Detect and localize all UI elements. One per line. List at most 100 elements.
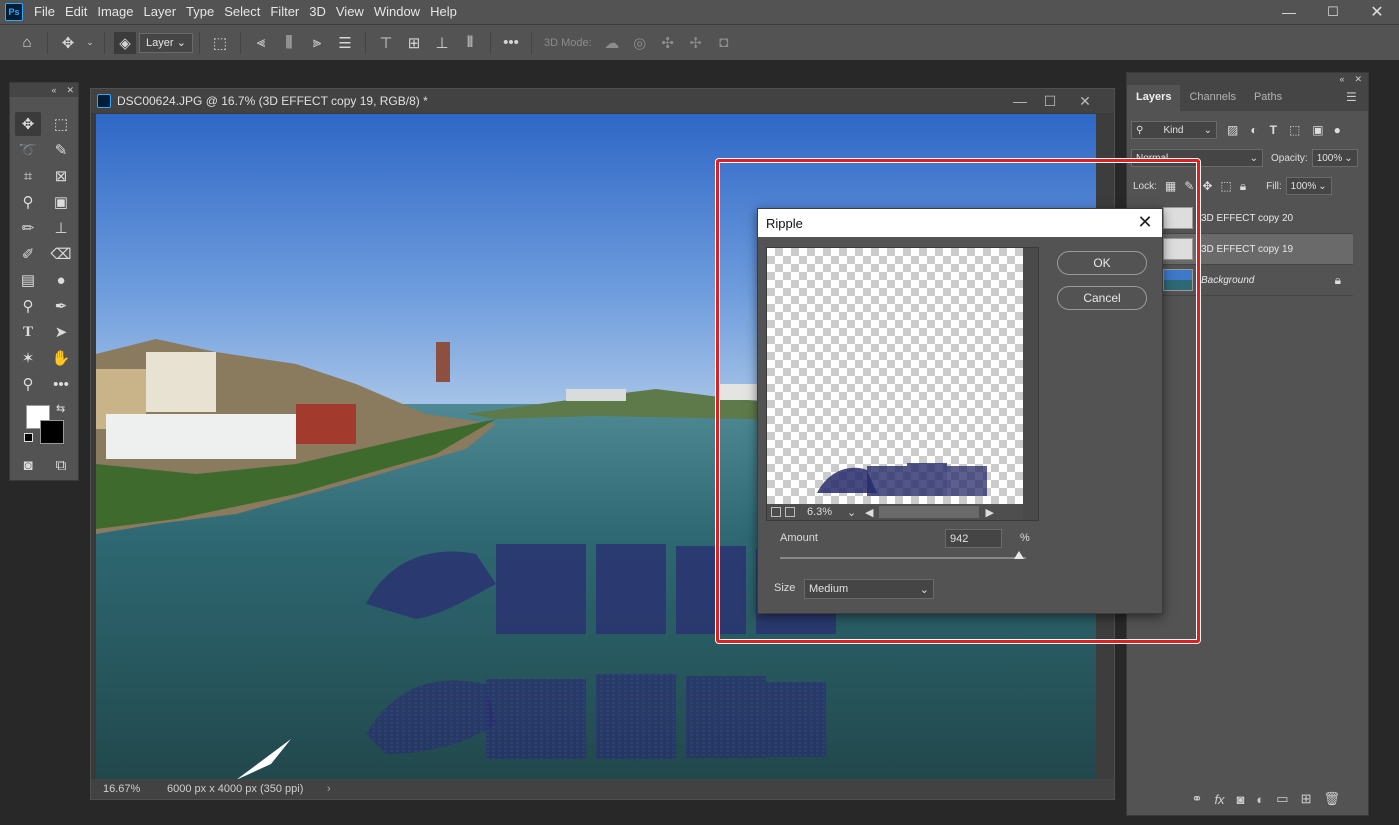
scroll-left-icon[interactable]: ◀ [865,506,873,519]
align-middle-icon[interactable]: ⊞ [403,32,425,54]
chevron-down-icon[interactable]: ⌄ [847,506,859,519]
new-layer-icon[interactable]: ⊞ [1301,791,1312,807]
layer-filter-select[interactable]: ⚲ Kind ⌄ [1131,121,1217,139]
lasso-tool-icon[interactable]: ➰ [15,138,41,162]
drag-3d-icon[interactable]: ✣ [657,32,679,54]
menu-3d[interactable]: 3D [304,0,331,24]
tab-paths[interactable]: Paths [1245,85,1291,111]
lock-all-icon[interactable]: 🔒︎ [1240,179,1246,194]
zoom-out-icon[interactable] [771,507,781,517]
swap-colors-icon[interactable]: ⇆ [56,402,65,415]
crop-tool-icon[interactable]: ⌗ [15,164,41,188]
amount-slider-thumb[interactable] [1013,551,1024,559]
close-panel-icon[interactable]: ✕ [1354,74,1362,85]
healing-brush-tool-icon[interactable]: ▣ [48,190,74,214]
delete-layer-icon[interactable]: 🗑︎ [1323,791,1340,807]
filter-preview[interactable] [767,248,1023,504]
collapse-icon[interactable]: « [1339,74,1344,84]
type-tool-icon[interactable]: T [15,320,41,344]
menu-file[interactable]: File [29,0,60,24]
filter-shape-icon[interactable]: ⬚ [1289,123,1300,137]
doc-maximize-icon[interactable]: ☐ [1036,89,1064,113]
doc-minimize-icon[interactable]: — [1006,89,1034,113]
zoom-tool-icon[interactable]: ⚲ [15,372,41,396]
home-icon[interactable]: ⌂ [16,32,38,54]
more-options-icon[interactable]: ••• [500,32,522,54]
default-colors-icon[interactable] [24,433,33,442]
opacity-input[interactable]: 100% ⌄ [1311,149,1358,167]
filter-pixel-icon[interactable]: ▨ [1227,123,1238,137]
align-left-icon[interactable]: ⫷ [250,32,272,54]
menu-view[interactable]: View [331,0,369,24]
auto-select-icon[interactable]: ◈ [114,31,136,54]
lock-position-icon[interactable]: ✥ [1202,179,1212,193]
auto-select-target-select[interactable]: Layer ⌄ [139,32,193,53]
move-tool-icon[interactable]: ✥ [15,112,41,136]
screen-mode-icon[interactable]: ⧉ [48,453,74,477]
hand-tool-icon[interactable]: ✋ [48,346,74,370]
scroll-right-icon[interactable]: ▶ [985,506,993,519]
chevron-down-icon[interactable]: ⌄ [85,32,95,54]
filter-type-icon[interactable]: T [1270,123,1277,137]
quick-mask-icon[interactable]: ◙ [15,453,41,477]
ok-button[interactable]: OK [1057,251,1147,275]
collapse-icon[interactable]: « [51,85,56,95]
size-select[interactable]: Medium ⌄ [804,579,934,599]
menu-help[interactable]: Help [425,0,462,24]
preview-scrollbar[interactable] [879,506,980,518]
maximize-icon[interactable]: ☐ [1311,0,1355,24]
pen-tool-icon[interactable]: ✒ [48,294,74,318]
amount-input[interactable]: 942 [945,529,1002,548]
gradient-tool-icon[interactable]: ▤ [15,268,41,292]
distribute-horizontal-icon[interactable]: ⫴ [459,32,481,54]
path-selection-tool-icon[interactable]: ➤ [48,320,74,344]
chevron-right-icon[interactable]: › [327,783,331,795]
document-tab[interactable]: DSC00624.JPG @ 16.7% (3D EFFECT copy 19,… [91,89,1114,113]
menu-edit[interactable]: Edit [60,0,92,24]
align-bottom-icon[interactable]: ⊥ [431,32,453,54]
new-group-icon[interactable]: ▭ [1276,791,1288,807]
marquee-tool-icon[interactable]: ⬚ [48,112,74,136]
brush-tool-icon[interactable]: ✏ [15,216,41,240]
shape-tool-icon[interactable]: ✶ [15,346,41,370]
menu-type[interactable]: Type [181,0,219,24]
cancel-button[interactable]: Cancel [1057,286,1147,310]
slide-3d-icon[interactable]: ✢ [685,32,707,54]
zoom-in-icon[interactable] [785,507,795,517]
align-top-icon[interactable]: ⊤ [375,32,397,54]
eraser-tool-icon[interactable]: ⌫ [48,242,74,266]
clone-stamp-tool-icon[interactable]: ⊥ [48,216,74,240]
adjustment-layer-icon[interactable]: ◐ [1256,792,1264,807]
close-icon[interactable]: ✕ [1134,211,1156,233]
distribute-vertical-icon[interactable]: ☰ [334,32,356,54]
transform-controls-icon[interactable]: ⬚ [209,32,231,54]
menu-filter[interactable]: Filter [265,0,304,24]
tab-channels[interactable]: Channels [1180,85,1244,111]
align-center-icon[interactable]: ⫼ [278,32,300,54]
zoom-level[interactable]: 16.67% [103,783,155,795]
fill-input[interactable]: 100% ⌄ [1285,177,1332,195]
tab-layers[interactable]: Layers [1127,85,1181,111]
panel-menu-icon[interactable]: ☰ [1346,85,1368,111]
doc-close-icon[interactable]: ✕ [1071,89,1099,113]
background-color-swatch[interactable] [40,420,64,444]
frame-tool-icon[interactable]: ⊠ [48,164,74,188]
filter-smart-object-icon[interactable]: ▣ [1312,123,1323,137]
eyedropper-tool-icon[interactable]: ⚲ [15,190,41,214]
filter-toggle-icon[interactable]: ● [1334,123,1341,137]
menu-layer[interactable]: Layer [139,0,182,24]
amount-slider-track[interactable] [780,557,1026,559]
menu-select[interactable]: Select [219,0,265,24]
move-tool-icon[interactable]: ✥ [57,32,79,54]
orbit-3d-icon[interactable]: ☁ [601,32,623,54]
quick-select-tool-icon[interactable]: ✎ [48,138,74,162]
menu-window[interactable]: Window [369,0,425,24]
camera-3d-icon[interactable]: ◘ [713,32,735,54]
minimize-icon[interactable]: — [1267,0,1311,24]
dialog-title-bar[interactable]: Ripple [758,209,1162,237]
align-right-icon[interactable]: ⫸ [306,32,328,54]
roll-3d-icon[interactable]: ◎ [629,32,651,54]
lock-artboard-icon[interactable]: ⬚ [1220,179,1231,193]
edit-toolbar-icon[interactable]: ••• [48,372,74,396]
blur-tool-icon[interactable]: ● [48,268,74,292]
